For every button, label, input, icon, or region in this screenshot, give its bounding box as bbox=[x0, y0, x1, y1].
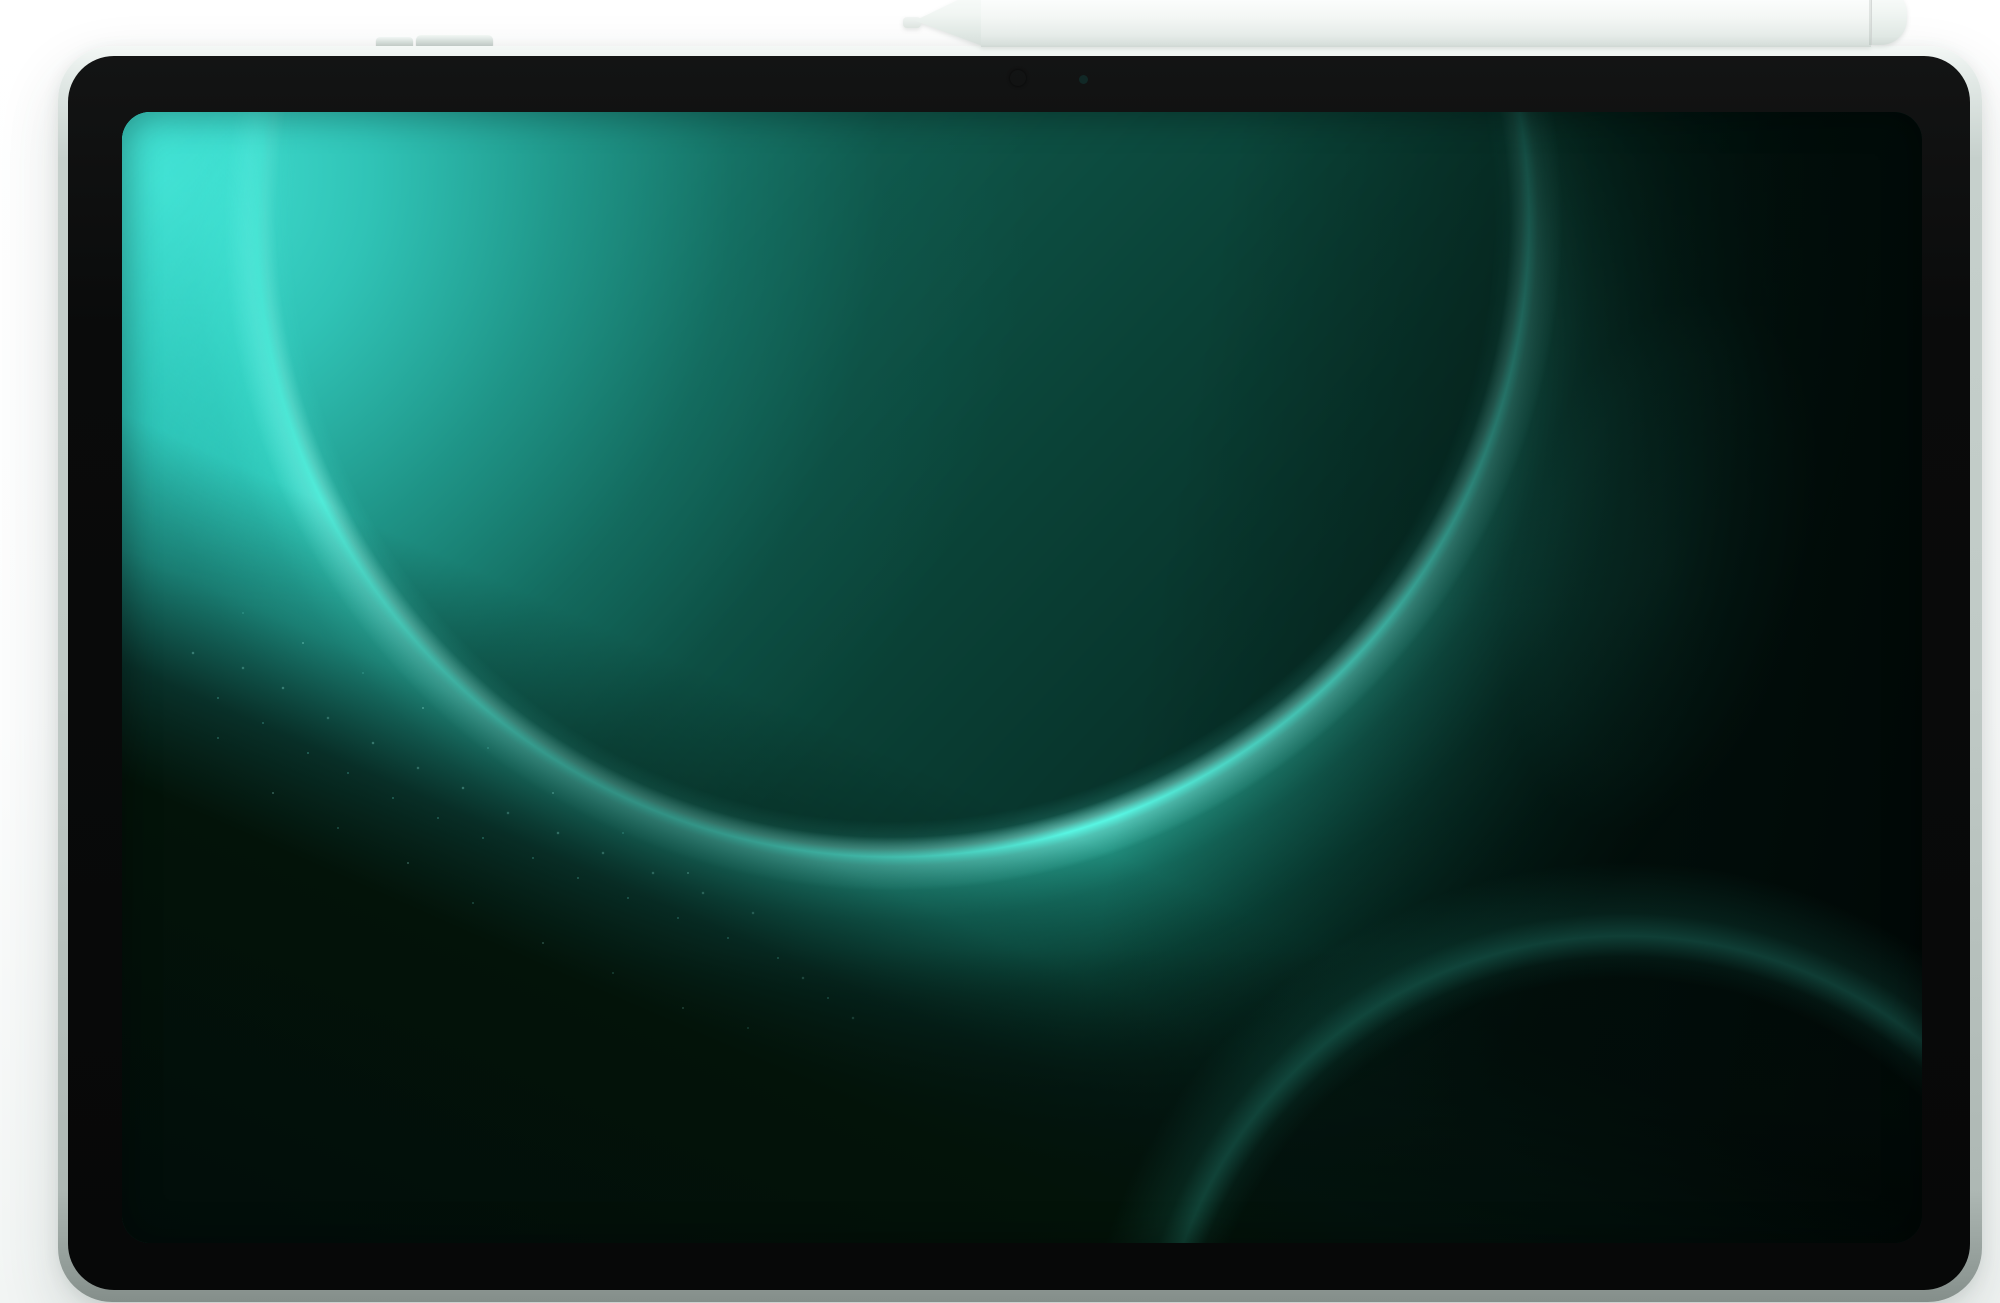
pen-cone bbox=[915, 0, 985, 47]
wallpaper-second-circle bbox=[122, 112, 1922, 1243]
tablet-bezel bbox=[68, 56, 1970, 1290]
tablet-screen bbox=[122, 112, 1922, 1243]
wallpaper-dust-speckles bbox=[122, 112, 124, 114]
pen-body bbox=[981, 0, 1871, 47]
pen-tip-icon bbox=[903, 17, 921, 28]
ambient-sensor-icon bbox=[1079, 75, 1088, 84]
stylus-pen bbox=[903, 0, 1907, 47]
pen-cap bbox=[1872, 0, 1907, 45]
tablet-body bbox=[58, 46, 1982, 1302]
product-photo-stage bbox=[0, 0, 2000, 1303]
front-camera-icon bbox=[1010, 70, 1026, 86]
